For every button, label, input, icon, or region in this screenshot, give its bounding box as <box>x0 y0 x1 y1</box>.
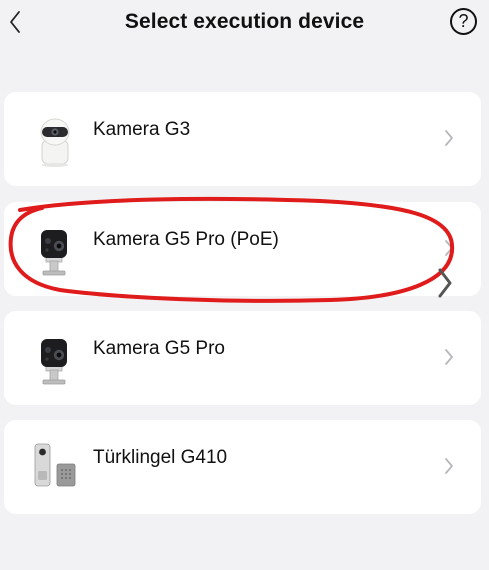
device-name: Türklingel G410 <box>93 447 228 468</box>
outdoor-camera-icon <box>41 339 67 385</box>
help-button[interactable]: ? <box>450 8 477 35</box>
outdoor-camera-icon <box>41 230 67 276</box>
chevron-right-icon <box>445 240 453 256</box>
device-item-kamera-g3[interactable]: Kamera G3 <box>4 92 481 186</box>
question-circle-icon: ? <box>458 11 469 31</box>
chevron-right-icon <box>445 349 453 365</box>
device-name: Kamera G5 Pro (PoE) <box>93 229 279 250</box>
device-item-kamera-g5-pro[interactable]: Kamera G5 Pro <box>4 311 481 405</box>
device-name: Kamera G5 Pro <box>93 338 225 359</box>
video-doorbell-icon <box>34 443 76 487</box>
header-bar: Select execution device ? <box>0 0 489 46</box>
chevron-right-icon <box>445 458 453 474</box>
page-title: Select execution device <box>124 10 365 33</box>
chevron-right-icon <box>445 130 453 146</box>
device-name: Kamera G3 <box>93 119 191 140</box>
indoor-pan-tilt-camera-icon <box>40 118 70 167</box>
device-item-kamera-g5-pro-poe[interactable]: Kamera G5 Pro (PoE) <box>4 202 481 296</box>
device-item-tuerklingel-g410[interactable]: Türklingel G410 <box>4 420 481 514</box>
